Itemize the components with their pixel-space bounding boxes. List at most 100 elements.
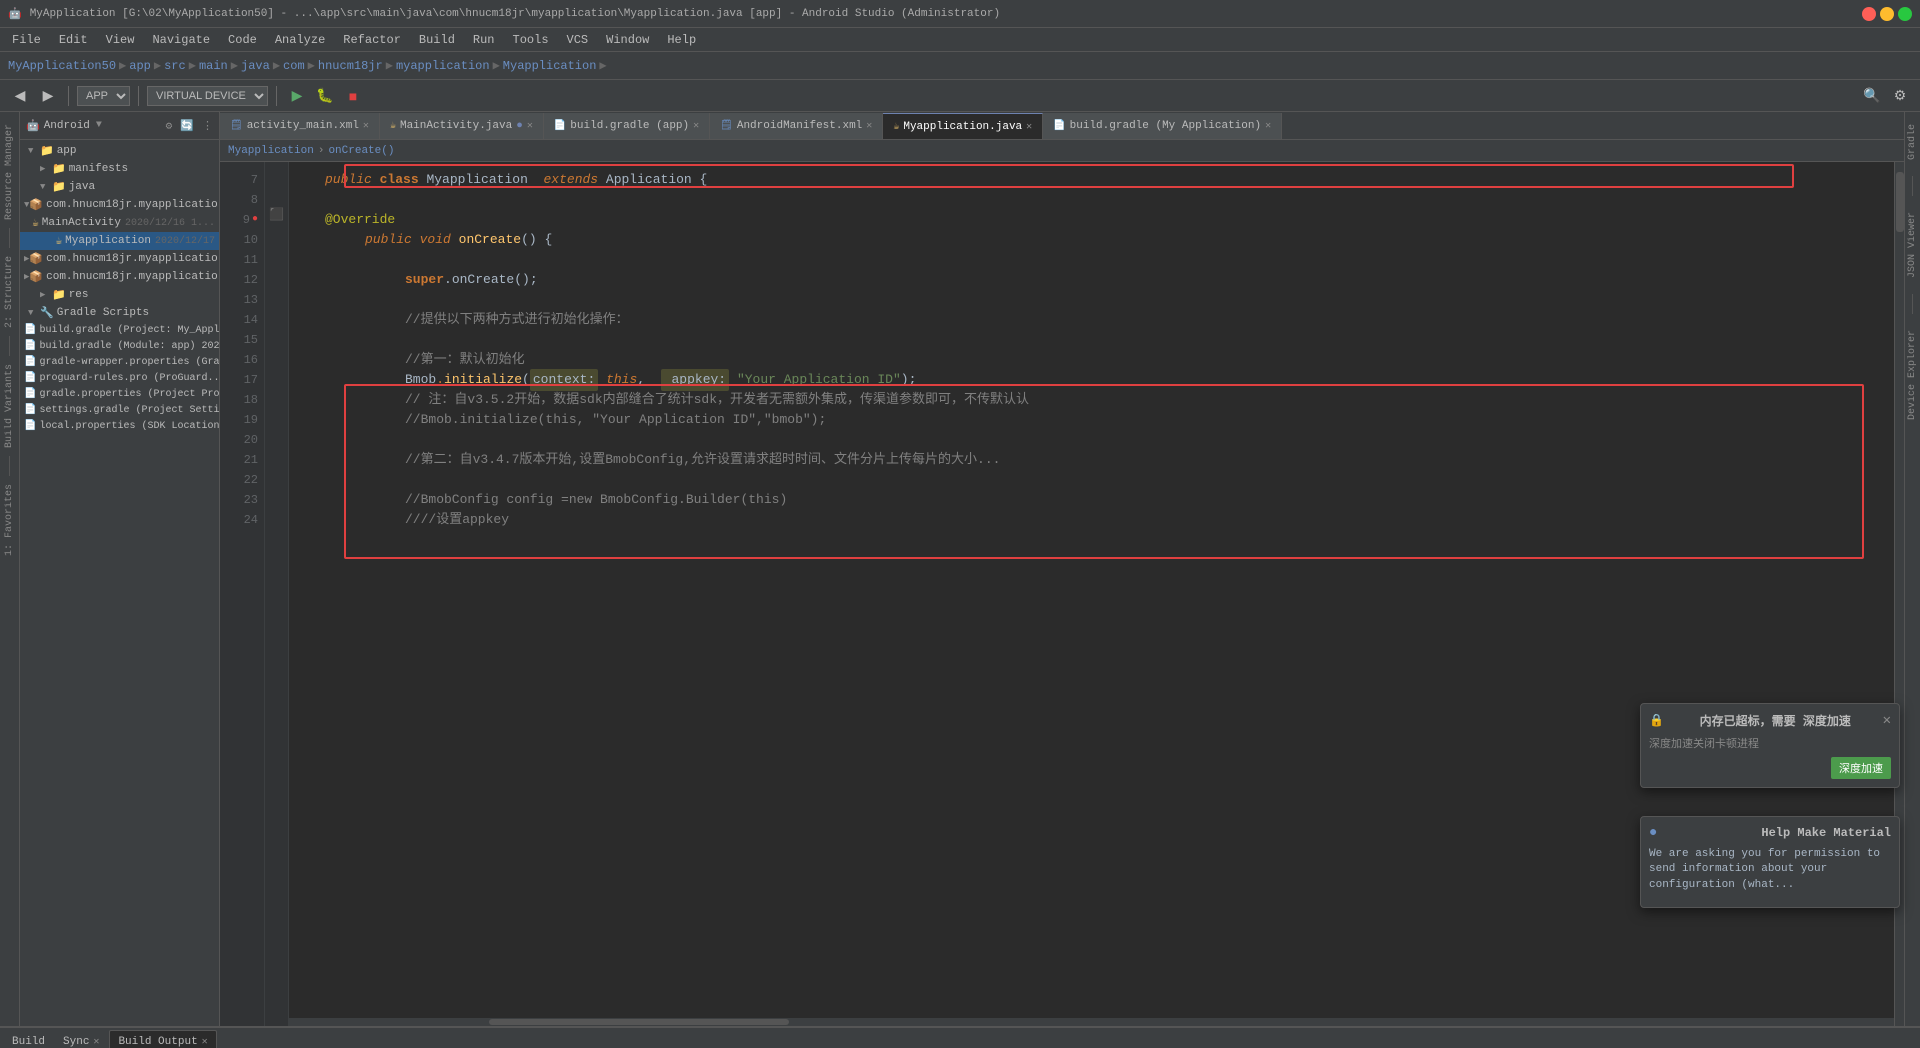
bottom-tab-build[interactable]: Build [4,1030,53,1048]
json-viewer-panel-tab[interactable]: JSON Viewer [1905,208,1920,282]
tab-close-manifest[interactable]: ✕ [866,120,872,132]
build-variants-panel-tab[interactable]: Build Variants [2,360,17,452]
tree-res[interactable]: ▶ 📁 res [20,286,219,304]
debug-btn[interactable]: 🐛 [313,84,337,108]
tree-build-gradle-project[interactable]: 📄 build.gradle (Project: My_Applic... [20,322,219,338]
tree-mainactivity[interactable]: ☕ MainActivity 2020/12/16 1... [20,214,219,232]
bottom-tab-sync-close[interactable]: ✕ [93,1036,99,1048]
project-panel: 🤖 Android ▼ ⚙ 🔄 ⋮ ▼ 📁 app ▶ [20,112,220,1026]
menu-code[interactable]: Code [220,31,265,49]
bottom-tab-build-output[interactable]: Build Output ✕ [109,1030,216,1048]
tab-build-gradle-app[interactable]: 📄 build.gradle (app) ✕ [544,113,710,139]
breadcrumb-project[interactable]: MyApplication50 [8,59,116,73]
title-text: MyApplication [G:\02\MyApplication50] - … [30,8,1000,20]
tree-manifests[interactable]: ▶ 📁 manifests [20,160,219,178]
tree-gradle-wrapper[interactable]: 📄 gradle-wrapper.properties (Gra... [20,354,219,370]
tab-androidmanifest[interactable]: 🗒 AndroidManifest.xml ✕ [710,113,883,139]
tree-gradle-scripts[interactable]: ▼ 🔧 Gradle Scripts [20,304,219,322]
android-view-dropdown[interactable]: ▼ [96,120,102,131]
structure-panel-tab[interactable]: 2: Structure [2,252,17,332]
tree-gradle-properties[interactable]: 📄 gradle.properties (Project Prop... [20,386,219,402]
menu-help[interactable]: Help [659,31,704,49]
tab-close-myapplication[interactable]: ✕ [1026,121,1032,133]
code-line-13 [301,290,1882,310]
code-line-21: //第二：自v3.4.7版本开始,设置BmobConfig,允许设置请求超时时间… [301,450,1882,470]
device-explorer-tab[interactable]: Device Explorer [1905,326,1920,424]
menu-view[interactable]: View [98,31,143,49]
settings-btn[interactable]: ⚙ [1888,84,1912,108]
tree-settings-gradle[interactable]: 📄 settings.gradle (Project Settings... [20,402,219,418]
breadcrumb-src[interactable]: src [164,59,186,73]
tab-build-gradle-myapp[interactable]: 📄 build.gradle (My Application) ✕ [1043,113,1282,139]
tree-java[interactable]: ▼ 📁 java [20,178,219,196]
code-line-20 [301,430,1882,450]
tab-mainactivity[interactable]: ☕ MainActivity.java ● ✕ [380,113,544,139]
toolbar: ◀ ▶ APP VIRTUAL DEVICE ▶ 🐛 ■ 🔍 ⚙ [0,80,1920,112]
project-settings-icon[interactable]: ⚙ [166,119,173,133]
gradle-panel-tab[interactable]: Gradle [1905,120,1920,164]
menu-tools[interactable]: Tools [505,31,557,49]
notif-action-btn[interactable]: 深度加速 [1831,757,1891,779]
menu-build[interactable]: Build [411,31,463,49]
tab-close-mainactivity[interactable]: ✕ [527,120,533,132]
h-scrollbar-thumb[interactable] [489,1019,789,1025]
tree-package-1[interactable]: ▼ 📦 com.hnucm18jr.myapplicatio... [20,196,219,214]
favorites-panel-tab[interactable]: 1: Favorites [2,480,17,560]
h-scrollbar[interactable] [289,1018,1894,1026]
editor-gutter: ⬛ [265,162,289,1026]
breadcrumb-java[interactable]: java [241,59,270,73]
tree-package-3[interactable]: ▶ 📦 com.hnucm18jr.myapplicatio... [20,268,219,286]
tree-myapplication[interactable]: ☕ Myapplication 2020/12/17 [20,232,219,250]
project-more-icon[interactable]: ⋮ [202,119,213,133]
device-select[interactable]: VIRTUAL DEVICE [147,86,268,106]
run-btn[interactable]: ▶ [285,84,309,108]
menu-run[interactable]: Run [465,31,503,49]
breadcrumb-hnucm[interactable]: hnucm18jr [318,59,383,73]
tree-local-properties[interactable]: 📄 local.properties (SDK Location... [20,418,219,434]
menu-window[interactable]: Window [598,31,657,49]
project-sync-icon[interactable]: 🔄 [180,119,194,133]
close-btn[interactable] [1862,7,1876,21]
tab-activity-main[interactable]: 🗒 activity_main.xml ✕ [220,113,380,139]
toolbar-forward-btn[interactable]: ▶ [36,84,60,108]
maximize-btn[interactable] [1898,7,1912,21]
bottom-panel: Build Sync ✕ Build Output ✕ ✅ MyApplicat… [0,1026,1920,1048]
help-popup: ● Help Make Material We are asking you f… [1640,816,1900,908]
tree-app[interactable]: ▼ 📁 app [20,142,219,160]
resource-manager-panel[interactable]: Resource Manager [2,120,17,224]
menu-vcs[interactable]: VCS [559,31,597,49]
breadcrumb-main[interactable]: main [199,59,228,73]
menu-refactor[interactable]: Refactor [335,31,409,49]
tab-myapplication[interactable]: ☕ Myapplication.java ✕ [883,113,1043,139]
breadcrumb-myapp[interactable]: myapplication [396,59,490,73]
code-breadcrumb-class[interactable]: Myapplication [228,145,314,157]
menu-navigate[interactable]: Navigate [144,31,218,49]
menu-file[interactable]: File [4,31,49,49]
breadcrumb-file[interactable]: Myapplication [503,59,597,73]
menu-analyze[interactable]: Analyze [267,31,333,49]
toolbar-back-btn[interactable]: ◀ [8,84,32,108]
tab-close-build-gradle-myapp[interactable]: ✕ [1265,120,1271,132]
code-line-16: //第一：默认初始化 [301,350,1882,370]
app-config-select[interactable]: APP [77,86,130,106]
tree-build-gradle-app[interactable]: 📄 build.gradle (Module: app) 2020... [20,338,219,354]
v-scrollbar-thumb[interactable] [1896,172,1904,232]
breadcrumb-app[interactable]: app [129,59,151,73]
navigation-breadcrumb: MyApplication50 ▶ app ▶ src ▶ main ▶ jav… [0,52,1920,80]
minimize-btn[interactable] [1880,7,1894,21]
android-view-label: Android [44,120,90,132]
bottom-tab-build-output-close[interactable]: ✕ [202,1036,208,1048]
notification-close-btn[interactable]: ✕ [1883,712,1891,729]
tree-proguard[interactable]: 📄 proguard-rules.pro (ProGuard... [20,370,219,386]
search-everywhere-btn[interactable]: 🔍 [1860,84,1884,108]
stop-btn[interactable]: ■ [341,84,365,108]
menu-edit[interactable]: Edit [51,31,96,49]
tab-close-build-gradle[interactable]: ✕ [693,120,699,132]
bottom-tab-sync[interactable]: Sync ✕ [55,1030,107,1048]
code-breadcrumb-method[interactable]: onCreate() [328,145,394,157]
breadcrumb-com[interactable]: com [283,59,305,73]
code-line-24: ////设置appkey [301,510,1882,530]
tab-close-activity-main[interactable]: ✕ [363,120,369,132]
code-breadcrumb: Myapplication › onCreate() [220,140,1904,162]
tree-package-2[interactable]: ▶ 📦 com.hnucm18jr.myapplicatio... [20,250,219,268]
